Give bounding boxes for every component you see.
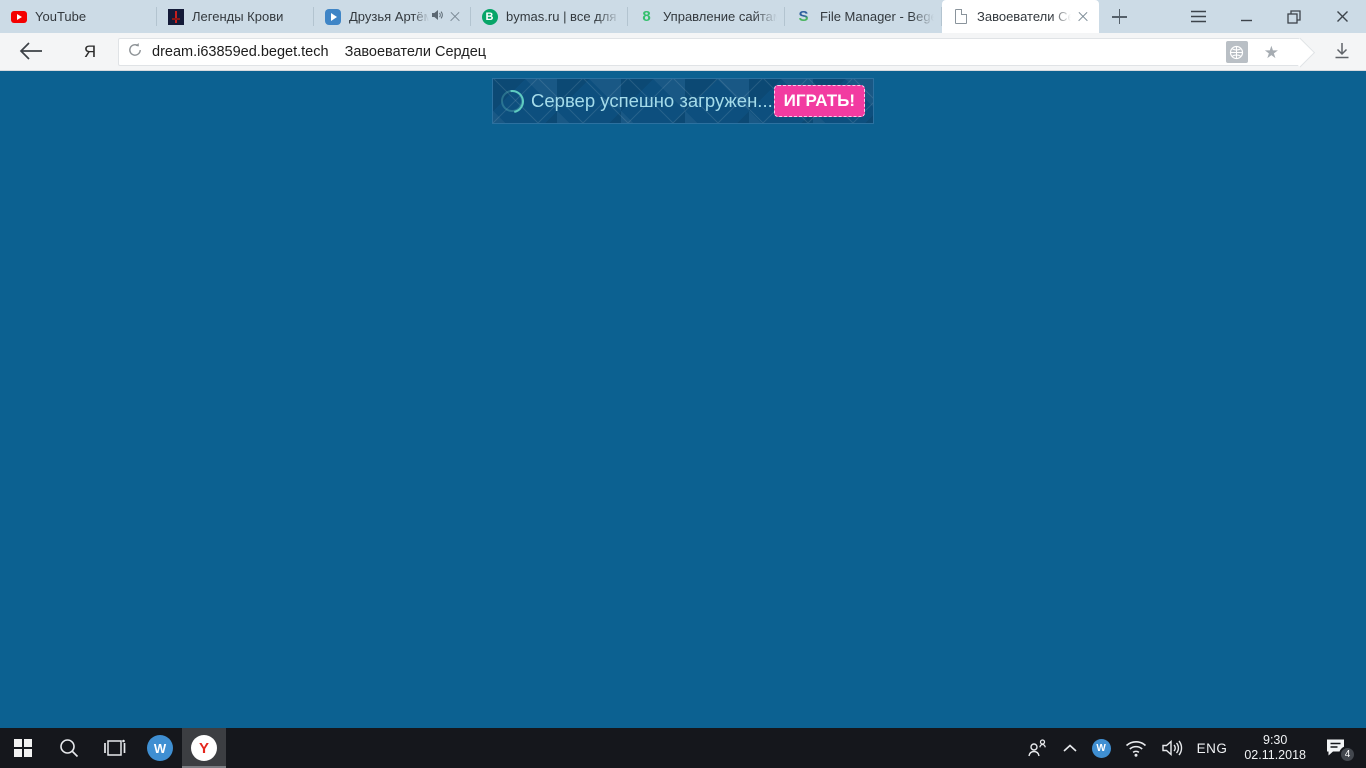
sprut-favicon: S bbox=[795, 8, 812, 25]
tab-label: Управление сайтам bbox=[663, 9, 777, 24]
tab-close-icon[interactable] bbox=[447, 9, 463, 25]
tab-label: File Manager - Bege bbox=[820, 9, 934, 24]
yandex-logo[interactable]: Я bbox=[80, 42, 100, 62]
taskbar-search-button[interactable] bbox=[46, 728, 92, 768]
action-center-button[interactable]: 4 bbox=[1316, 728, 1360, 768]
time-text: 9:30 bbox=[1263, 733, 1287, 748]
download-icon bbox=[1332, 41, 1352, 61]
browser-toolbar: Я dream.i63859ed.beget.tech Завоеватели … bbox=[0, 33, 1366, 71]
tab-label: bymas.ru | все для ва bbox=[506, 9, 620, 24]
taskbar-app-windscribe[interactable]: W bbox=[138, 728, 182, 768]
tab-close-icon[interactable] bbox=[1075, 9, 1091, 25]
windscribe-tray-icon: W bbox=[1092, 739, 1111, 758]
server-status-text: Сервер успешно загружен... bbox=[531, 90, 773, 112]
downloads-button[interactable] bbox=[1332, 41, 1354, 63]
close-window-button[interactable] bbox=[1318, 0, 1366, 33]
yandex-browser-icon: Y bbox=[191, 735, 217, 761]
language-indicator[interactable]: ENG bbox=[1190, 728, 1235, 768]
volume-button[interactable] bbox=[1154, 728, 1190, 768]
restore-icon bbox=[1287, 10, 1301, 24]
window-controls bbox=[1174, 0, 1366, 33]
tab-file-manager[interactable]: S File Manager - Bege bbox=[785, 0, 942, 33]
play-button[interactable]: ИГРАТЬ! bbox=[774, 85, 865, 117]
start-button[interactable] bbox=[0, 728, 46, 768]
restore-button[interactable] bbox=[1270, 0, 1318, 33]
search-icon bbox=[58, 737, 80, 759]
tab-audio-icon[interactable] bbox=[431, 8, 443, 26]
refresh-icon[interactable] bbox=[127, 42, 143, 63]
tab-label: YouTube bbox=[35, 9, 149, 24]
tab-label: Друзья Артём bbox=[349, 9, 429, 24]
url-text: dream.i63859ed.beget.tech bbox=[152, 44, 329, 60]
taskbar-app-yandex-browser[interactable]: Y bbox=[182, 728, 226, 768]
close-icon bbox=[1336, 10, 1349, 23]
bookmark-star-icon[interactable]: ★ bbox=[1264, 44, 1279, 61]
tray-windscribe[interactable]: W bbox=[1085, 728, 1118, 768]
address-bar[interactable]: dream.i63859ed.beget.tech Завоеватели Се… bbox=[118, 38, 1300, 66]
sword-favicon bbox=[167, 8, 184, 25]
tab-video-friends[interactable]: Друзья Артём bbox=[314, 0, 471, 33]
page-favicon bbox=[952, 8, 969, 25]
page-title-text: Завоеватели Сердец bbox=[345, 44, 487, 60]
browser-tab-strip: YouTube Легенды Крови Друзья Артём B bym… bbox=[0, 0, 1366, 33]
notification-badge: 4 bbox=[1339, 746, 1356, 763]
task-view-button[interactable] bbox=[92, 728, 138, 768]
date-text: 02.11.2018 bbox=[1244, 748, 1306, 763]
back-arrow-icon bbox=[18, 40, 44, 62]
tab-youtube[interactable]: YouTube bbox=[0, 0, 157, 33]
beget-favicon: 8 bbox=[638, 8, 655, 25]
tab-site-management[interactable]: 8 Управление сайтам bbox=[628, 0, 785, 33]
browser-menu-button[interactable] bbox=[1174, 0, 1222, 33]
minimize-button[interactable] bbox=[1222, 0, 1270, 33]
loading-spinner-icon bbox=[501, 90, 523, 112]
video-play-favicon bbox=[324, 8, 341, 25]
minimize-icon bbox=[1240, 10, 1253, 23]
people-icon bbox=[1026, 738, 1048, 758]
plus-icon bbox=[1112, 9, 1127, 24]
system-tray: W ENG 9:30 02.11.2018 4 bbox=[1019, 728, 1366, 768]
wifi-icon bbox=[1125, 740, 1147, 757]
site-protection-icon[interactable] bbox=[1226, 41, 1248, 63]
windscribe-icon: W bbox=[147, 735, 173, 761]
bymas-favicon: B bbox=[481, 8, 498, 25]
tray-overflow-button[interactable] bbox=[1055, 728, 1085, 768]
new-tab-button[interactable] bbox=[1099, 0, 1139, 33]
web-page-content: Сервер успешно загружен... ИГРАТЬ! bbox=[0, 72, 1366, 728]
server-status-banner: Сервер успешно загружен... ИГРАТЬ! bbox=[492, 78, 874, 124]
tab-conquerors-of-hearts-active[interactable]: Завоеватели Серд bbox=[942, 0, 1099, 33]
people-button[interactable] bbox=[1019, 728, 1055, 768]
tab-legends-of-blood[interactable]: Легенды Крови bbox=[157, 0, 314, 33]
speaker-icon bbox=[1161, 739, 1183, 757]
chevron-up-icon bbox=[1062, 743, 1078, 753]
hamburger-icon bbox=[1190, 10, 1207, 23]
tab-label: Легенды Крови bbox=[192, 9, 306, 24]
tab-label: Завоеватели Серд bbox=[977, 9, 1071, 24]
tab-bymas[interactable]: B bymas.ru | все для ва bbox=[471, 0, 628, 33]
task-view-icon bbox=[103, 738, 127, 758]
youtube-favicon bbox=[10, 8, 27, 25]
network-button[interactable] bbox=[1118, 728, 1154, 768]
taskbar-clock[interactable]: 9:30 02.11.2018 bbox=[1234, 733, 1316, 763]
desktop-screen: YouTube Легенды Крови Друзья Артём B bym… bbox=[0, 0, 1366, 768]
windows-logo-icon bbox=[14, 739, 32, 757]
windows-taskbar: W Y W ENG 9:30 bbox=[0, 728, 1366, 768]
back-button[interactable] bbox=[18, 40, 46, 64]
